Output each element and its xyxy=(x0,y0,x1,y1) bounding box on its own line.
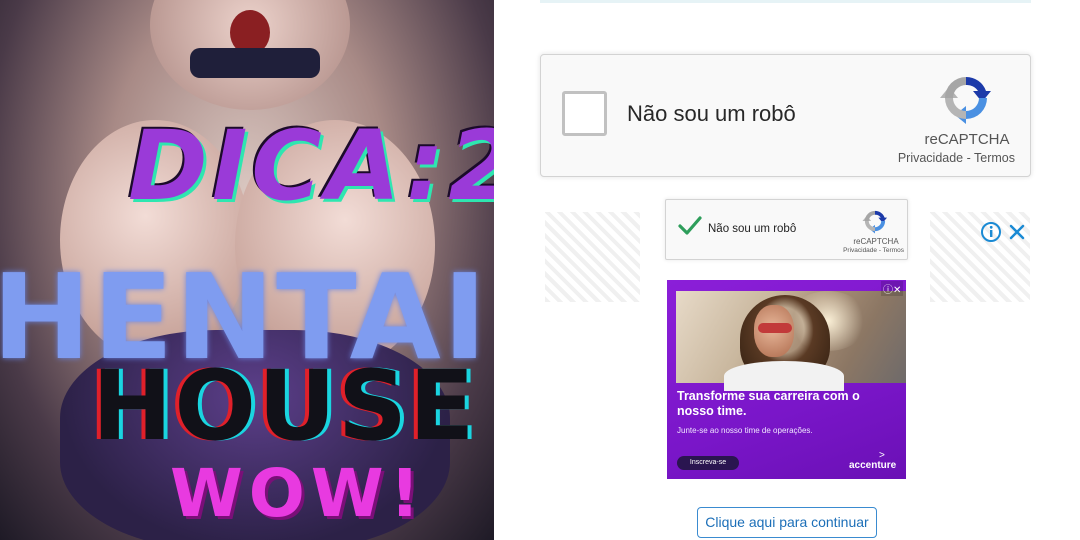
display-ad[interactable]: ⓘ✕ Transforme sua carreira com o nosso t… xyxy=(667,280,906,479)
ad-headline: Transforme sua carreira com o nosso time… xyxy=(677,389,860,418)
ad-close-icon[interactable] xyxy=(1006,221,1028,243)
recaptcha-label: Não sou um robô xyxy=(627,101,796,126)
adchoices-icon[interactable]: ⓘ✕ xyxy=(881,281,904,296)
recaptcha-checkbox[interactable] xyxy=(562,91,607,136)
recaptcha-privacy-terms-link[interactable]: Privacidade - Termos xyxy=(887,151,1015,165)
top-divider xyxy=(540,0,1031,3)
recaptcha-privacy-terms-link: Privacidade - Termos xyxy=(843,247,904,254)
continue-button[interactable]: Clique aqui para continuar xyxy=(697,507,877,538)
recaptcha-logo-icon xyxy=(940,76,991,124)
ad-subtext: Junte-se ao nosso time de operações. xyxy=(677,426,813,435)
ad-photo xyxy=(676,291,906,391)
promo-title-line2: HOUSE xyxy=(92,350,477,462)
recaptcha-widget: Não sou um robô reCAPTCHA Privacidade - … xyxy=(540,54,1031,177)
ad-info-icon[interactable] xyxy=(980,221,1002,243)
ad-brand-mark-icon: > xyxy=(879,450,885,461)
ad-ghost-left xyxy=(545,212,640,302)
ad-brand-logo: accenture xyxy=(849,460,897,471)
recaptcha-brand: reCAPTCHA xyxy=(924,131,1010,148)
promo-tip-text: DICA:2 xyxy=(128,110,494,222)
promo-banner: DICA:2 HENTAI HOUSE WOW! xyxy=(0,0,494,540)
recaptcha-brand: reCAPTCHA xyxy=(853,237,899,246)
promo-exclaim-text: WOW! xyxy=(170,455,426,532)
ad-cta-button[interactable]: Inscreva-se xyxy=(677,456,739,470)
recaptcha-label: Não sou um robô xyxy=(708,223,797,235)
promo-art-shape xyxy=(190,48,320,78)
recaptcha-logo-icon xyxy=(862,210,888,234)
fake-recaptcha-ad-widget[interactable]: Não sou um robô reCAPTCHA Privacidade - … xyxy=(665,199,908,260)
checkmark-icon xyxy=(678,216,702,235)
